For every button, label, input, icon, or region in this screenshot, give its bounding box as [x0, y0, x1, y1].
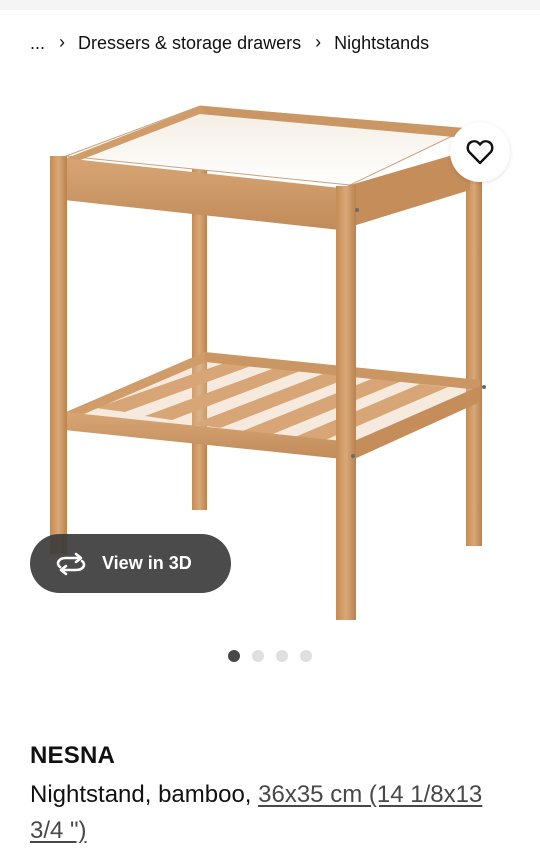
product-description-text: Nightstand, bamboo, [30, 781, 259, 808]
view-in-3d-label: View in 3D [102, 553, 192, 573]
breadcrumb-item-dressers[interactable]: Dressers & storage drawers [78, 33, 301, 54]
pagination-dot[interactable] [228, 650, 240, 662]
rotate-arrows-icon [54, 551, 88, 577]
top-strip [0, 0, 540, 10]
heart-outline-icon [466, 140, 494, 165]
view-in-3d-button[interactable]: View in 3D [30, 534, 231, 593]
pagination-dot[interactable] [276, 650, 288, 662]
breadcrumb-separator: › [315, 31, 322, 52]
breadcrumb-item-nightstands[interactable]: Nightstands [334, 33, 429, 54]
breadcrumb: ... › Dressers & storage drawers › Night… [30, 30, 429, 56]
breadcrumb-separator: › [59, 31, 66, 52]
breadcrumb-ellipsis[interactable]: ... [30, 33, 45, 54]
product-name: NESNA [30, 742, 116, 769]
image-pagination [228, 650, 312, 662]
pagination-dot[interactable] [300, 650, 312, 662]
product-description: Nightstand, bamboo, 36x35 cm (14 1/8x13 … [30, 777, 510, 849]
favorite-button[interactable] [450, 122, 510, 182]
pagination-dot[interactable] [252, 650, 264, 662]
